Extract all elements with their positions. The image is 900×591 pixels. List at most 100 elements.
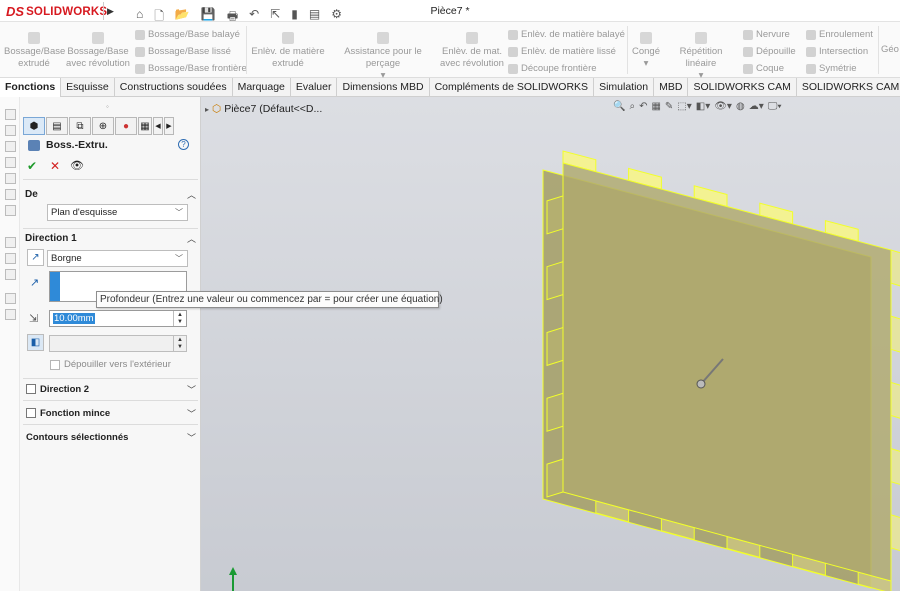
zoom-to-fit-icon[interactable]: 🔍 xyxy=(613,101,625,115)
draft-angle-input[interactable]: ▲ ▼ xyxy=(49,335,187,352)
strip-icon[interactable] xyxy=(5,293,16,304)
tab-esquisse[interactable]: Esquisse xyxy=(61,78,115,97)
direction2-section-header[interactable]: Direction 2 ﹀ xyxy=(26,382,196,396)
display-style-icon[interactable]: ◧▾ xyxy=(696,101,710,115)
from-section-header[interactable]: De ︿ xyxy=(25,186,196,202)
shell-button[interactable]: Coque xyxy=(743,63,784,74)
tab-dimensions-mbd[interactable]: Dimensions MBD xyxy=(337,78,430,97)
boss-revolve-button[interactable]: Bossage/Base avec révolution xyxy=(66,32,130,70)
heads-up-view-toolbar: 🔍 ⌕ ↶ ▦ ✎ ⬚▾ ◧▾ 👁▾ ◍ ☁▾ 🖵▾ xyxy=(613,101,782,115)
cut-extrude-button[interactable]: Enlèv. de matière extrudé xyxy=(250,32,326,70)
cam-tab-icon[interactable]: ▦ xyxy=(138,117,152,135)
direction2-checkbox[interactable] xyxy=(26,384,36,394)
depth-input[interactable]: 10.00mm ▲ ▼ xyxy=(49,310,187,327)
strip-icon[interactable] xyxy=(5,125,16,136)
document-title: Pièce7 * xyxy=(430,5,470,17)
direction1-section-header[interactable]: Direction 1 ︿ xyxy=(25,230,196,246)
ribbon-separator xyxy=(878,26,879,74)
help-icon[interactable]: ? xyxy=(178,139,189,150)
reverse-direction-icon[interactable]: ↗ xyxy=(27,249,44,266)
intersect-button[interactable]: Intersection xyxy=(806,46,868,57)
rib-label: Nervure xyxy=(756,29,790,40)
direction-vector-icon: ↗ xyxy=(30,277,40,289)
tab-solidworks-cam-tbm[interactable]: SOLIDWORKS CAM TBM xyxy=(797,78,900,97)
spin-up-icon[interactable]: ▲ xyxy=(177,312,183,319)
view-settings-icon[interactable]: 🖵▾ xyxy=(768,101,782,115)
end-condition-select[interactable]: Borgne ﹀ xyxy=(47,250,188,267)
spin-down-icon[interactable]: ▼ xyxy=(177,344,183,351)
edit-appearance-icon[interactable]: ◍ xyxy=(736,101,745,115)
linear-pattern-button[interactable]: Répétition linéaire ▾ xyxy=(663,32,739,82)
selection-box-highlight xyxy=(50,272,60,301)
cut-boundary-button[interactable]: Découpe frontière xyxy=(508,63,597,74)
zoom-to-area-icon[interactable]: ⌕ xyxy=(629,101,635,115)
start-condition-select[interactable]: Plan d'esquisse ﹀ xyxy=(47,204,188,221)
thin-feature-section-header[interactable]: Fonction mince ﹀ xyxy=(26,406,196,420)
tab-solidworks-cam[interactable]: SOLIDWORKS CAM xyxy=(688,78,797,97)
dimxpert-tab-icon[interactable]: ⊕ xyxy=(92,117,114,135)
view-orientation-icon[interactable]: ⬚▾ xyxy=(677,101,691,115)
feature-tree-root[interactable]: ▸ ⬡ Pièce7 (Défaut<<D... xyxy=(205,102,322,116)
spin-up-icon[interactable]: ▲ xyxy=(177,337,183,344)
boss-extrude-label-2: extrudé xyxy=(18,58,50,69)
boss-extrude-button[interactable]: Bossage/Base extrudé xyxy=(4,32,65,70)
strip-icon[interactable] xyxy=(5,173,16,184)
graphics-area[interactable] xyxy=(201,97,900,591)
wrap-button[interactable]: Enroulement xyxy=(806,29,873,40)
intersect-label: Intersection xyxy=(819,46,869,57)
tree-expand-arrow-icon[interactable]: ▸ xyxy=(205,105,209,114)
part-model-view[interactable] xyxy=(201,97,900,591)
strip-icon[interactable] xyxy=(5,141,16,152)
boss-sweep-button[interactable]: Bossage/Base balayé xyxy=(135,29,240,40)
dynamic-annotation-icon[interactable]: ✎ xyxy=(665,101,673,115)
draft-outward-checkbox[interactable]: Dépouiller vers l'extérieur xyxy=(50,359,171,370)
thin-feature-checkbox[interactable] xyxy=(26,408,36,418)
fillet-dropdown-icon[interactable]: ▾ xyxy=(644,58,649,69)
strip-icon[interactable] xyxy=(5,157,16,168)
cancel-x-icon[interactable]: ✕ xyxy=(50,159,60,173)
strip-icon[interactable] xyxy=(5,253,16,264)
hide-show-items-icon[interactable]: 👁▾ xyxy=(714,101,732,115)
strip-icon[interactable] xyxy=(5,189,16,200)
draft-button[interactable]: Dépouille xyxy=(743,46,796,57)
apply-scene-icon[interactable]: ☁▾ xyxy=(749,101,764,115)
feature-manager-tab-icon[interactable]: ⬢ xyxy=(23,117,45,135)
preview-eye-icon[interactable]: 👁 xyxy=(70,159,84,172)
cut-loft-button[interactable]: Enlèv. de matière lissé xyxy=(508,46,616,57)
strip-icon[interactable] xyxy=(5,205,16,216)
property-manager-tab-icon[interactable]: ▤ xyxy=(46,117,68,135)
hole-wizard-button[interactable]: Assistance pour le perçage ▾ xyxy=(328,32,438,82)
strip-icon[interactable] xyxy=(5,269,16,280)
previous-view-icon[interactable]: ↶ xyxy=(639,101,647,115)
strip-icon[interactable] xyxy=(5,237,16,248)
depth-spinner[interactable]: ▲ ▼ xyxy=(173,311,186,326)
mirror-button[interactable]: Symétrie xyxy=(806,63,856,74)
panel-grip-icon[interactable]: ◦ xyxy=(106,102,109,111)
draft-angle-spinner[interactable]: ▲ ▼ xyxy=(173,336,186,351)
cut-sweep-button[interactable]: Enlèv. de matière balayé xyxy=(508,29,625,40)
reference-geometry-button[interactable]: Géo xyxy=(881,44,900,56)
tab-scroll-left-icon[interactable]: ◀ xyxy=(153,117,163,135)
tab-mbd[interactable]: MBD xyxy=(654,78,689,97)
tab-scroll-right-icon[interactable]: ▶ xyxy=(164,117,174,135)
ok-check-icon[interactable]: ✔ xyxy=(27,159,37,173)
draft-toggle-icon[interactable]: ◧ xyxy=(27,334,44,351)
fillet-button[interactable]: Congé ▾ xyxy=(630,32,662,70)
strip-icon[interactable] xyxy=(5,309,16,320)
tab-constructions-soud-es[interactable]: Constructions soudées xyxy=(115,78,233,97)
tab-evaluer[interactable]: Evaluer xyxy=(291,78,338,97)
tab-compl-ments-de-solidworks[interactable]: Compléments de SOLIDWORKS xyxy=(430,78,595,97)
boss-boundary-button[interactable]: Bossage/Base frontière xyxy=(135,63,247,74)
section-view-icon[interactable]: ▦ xyxy=(651,101,660,115)
spin-down-icon[interactable]: ▼ xyxy=(177,319,183,326)
rib-button[interactable]: Nervure xyxy=(743,29,790,40)
boss-loft-button[interactable]: Bossage/Base lissé xyxy=(135,46,231,57)
configuration-manager-tab-icon[interactable]: ⧉ xyxy=(69,117,91,135)
tab-fonctions[interactable]: Fonctions xyxy=(0,78,62,97)
tab-simulation[interactable]: Simulation xyxy=(594,78,655,97)
selected-contours-section-header[interactable]: Contours sélectionnés ﹀ xyxy=(26,430,196,444)
cut-revolve-button[interactable]: Enlèv. de mat. avec révolution xyxy=(440,32,504,70)
display-manager-tab-icon[interactable]: ● xyxy=(115,117,137,135)
tab-marquage[interactable]: Marquage xyxy=(233,78,291,97)
strip-icon[interactable] xyxy=(5,109,16,120)
